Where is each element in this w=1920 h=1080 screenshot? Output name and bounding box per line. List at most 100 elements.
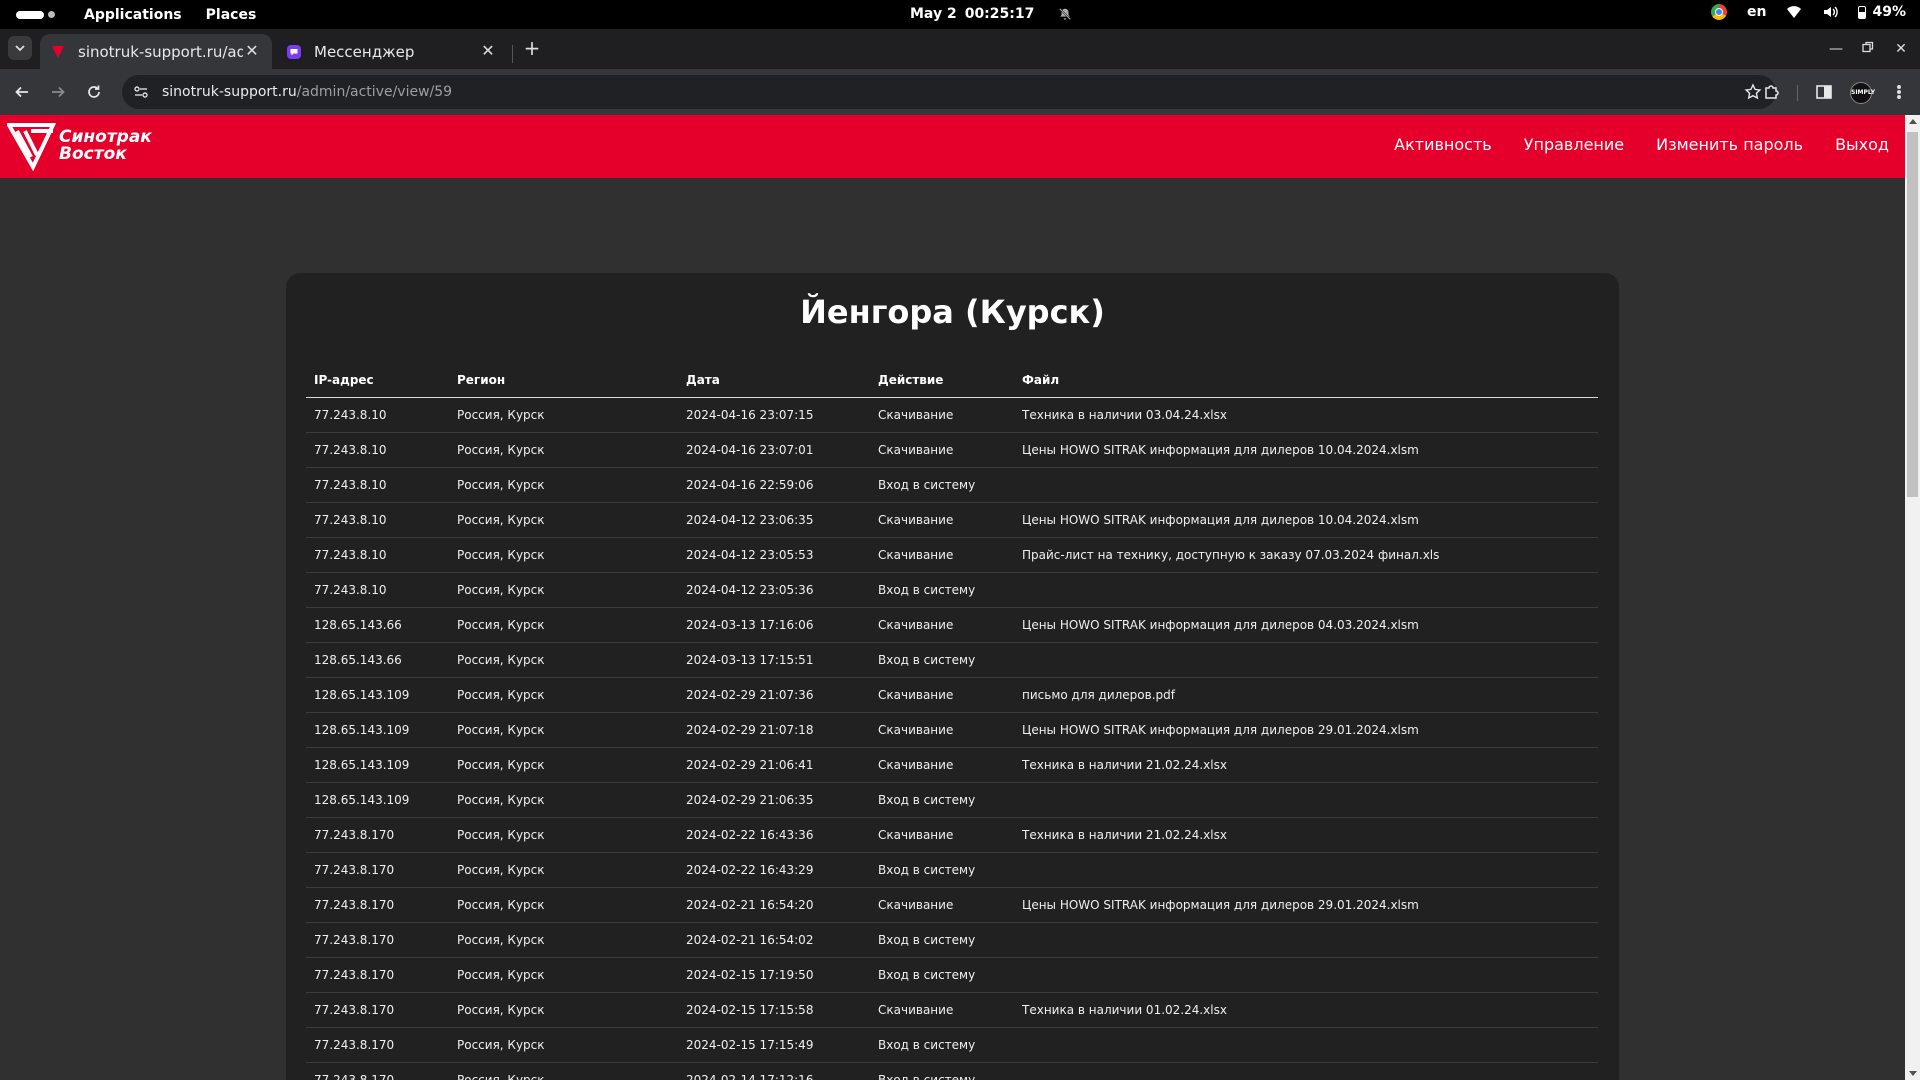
cell-file: Цены HOWO SITRAK информация для дилеров … <box>1014 887 1598 923</box>
bookmark-star-icon[interactable] <box>1744 83 1762 101</box>
cell-region: Россия, Курск <box>449 922 678 958</box>
table-row: 128.65.143.109 Россия, Курск 2024-02-29 21… <box>306 677 1598 713</box>
cell-ip: 77.243.8.10 <box>306 572 449 608</box>
cell-date: 2024-02-15 17:19:50 <box>678 957 870 993</box>
places-menu[interactable]: Places <box>206 7 257 23</box>
nav-change-password-link[interactable]: Изменить пароль <box>1656 135 1803 154</box>
site-logo[interactable]: Синотрак Восток <box>7 121 152 171</box>
cell-date: 2024-03-13 17:15:51 <box>678 642 870 678</box>
column-header-date: Дата <box>678 363 870 398</box>
cell-file <box>1014 1027 1598 1063</box>
forward-button[interactable] <box>46 80 70 104</box>
cell-file: Техника в наличии 21.02.24.xlsx <box>1014 817 1598 853</box>
cell-region: Россия, Курск <box>449 397 678 433</box>
table-body: 77.243.8.10 Россия, Курск 2024-04-16 23:07… <box>306 397 1598 1080</box>
messenger-favicon-icon <box>287 44 301 59</box>
cell-date: 2024-02-21 16:54:02 <box>678 922 870 958</box>
new-tab-button[interactable]: + <box>520 37 544 61</box>
keyboard-layout-indicator[interactable]: en <box>1747 4 1766 20</box>
cell-date: 2024-04-16 23:07:01 <box>678 432 870 468</box>
cell-action: Скачивание <box>870 607 1014 643</box>
activities-indicator[interactable] <box>16 10 68 19</box>
arrow-right-icon <box>52 86 65 98</box>
cell-action: Скачивание <box>870 992 1014 1028</box>
scrollbar-thumb[interactable] <box>1907 132 1918 497</box>
url-host: sinotruk-support.ru <box>162 84 297 100</box>
close-window-icon[interactable]: ✕ <box>1893 41 1909 57</box>
wifi-icon[interactable] <box>1786 4 1802 20</box>
close-tab-icon[interactable]: ✕ <box>480 43 496 59</box>
cell-action: Скачивание <box>870 817 1014 853</box>
side-panel-icon[interactable] <box>1814 82 1834 102</box>
minimize-window-icon[interactable]: — <box>1828 41 1844 57</box>
site-nav: Активность Управление Изменить пароль Вы… <box>1394 135 1889 154</box>
activity-table: IP-адрес Регион Дата Действие Файл 77.24… <box>306 363 1598 1080</box>
tab-messenger[interactable]: Мессенджер ✕ <box>276 34 508 69</box>
extensions-puzzle-icon[interactable] <box>1762 82 1782 102</box>
reload-button[interactable] <box>82 80 106 104</box>
restore-window-icon[interactable] <box>1860 41 1876 57</box>
page-scrollbar[interactable] <box>1905 115 1920 1080</box>
table-row: 77.243.8.170 Россия, Курск 2024-02-15 17:1… <box>306 992 1598 1028</box>
table-row: 77.243.8.10 Россия, Курск 2024-04-12 23:05… <box>306 537 1598 573</box>
nav-management-link[interactable]: Управление <box>1524 135 1624 154</box>
tab-search-button[interactable] <box>8 36 32 60</box>
cell-date: 2024-02-21 16:54:20 <box>678 887 870 923</box>
cell-region: Россия, Курск <box>449 887 678 923</box>
battery-indicator[interactable]: 49% <box>1858 4 1906 20</box>
reload-icon <box>88 85 100 98</box>
volume-icon[interactable] <box>1822 4 1839 20</box>
logo-text: Синотрак Восток <box>59 129 152 163</box>
back-button[interactable] <box>10 80 34 104</box>
cell-region: Россия, Курск <box>449 817 678 853</box>
cell-date: 2024-04-12 23:06:35 <box>678 502 870 538</box>
cell-ip: 128.65.143.109 <box>306 677 449 713</box>
cell-ip: 77.243.8.170 <box>306 957 449 993</box>
browser-menu-button[interactable] <box>1890 82 1908 102</box>
cell-action: Вход в систему <box>870 852 1014 888</box>
cell-region: Россия, Курск <box>449 1027 678 1063</box>
cell-action: Вход в систему <box>870 922 1014 958</box>
cell-date: 2024-02-29 21:06:41 <box>678 747 870 783</box>
cell-region: Россия, Курск <box>449 992 678 1028</box>
column-header-ip: IP-адрес <box>306 363 449 398</box>
battery-percent: 49% <box>1872 4 1906 20</box>
cell-file <box>1014 957 1598 993</box>
table-row: 128.65.143.109 Россия, Курск 2024-02-29 21… <box>306 712 1598 748</box>
table-row: 77.243.8.170 Россия, Курск 2024-02-22 16:4… <box>306 852 1598 888</box>
cell-region: Россия, Курск <box>449 1062 678 1080</box>
table-row: 77.243.8.10 Россия, Курск 2024-04-16 23:07… <box>306 397 1598 433</box>
cell-region: Россия, Курск <box>449 502 678 538</box>
cell-region: Россия, Курск <box>449 782 678 818</box>
nav-activity-link[interactable]: Активность <box>1394 135 1492 154</box>
cell-file: письмо для дилеров.pdf <box>1014 677 1598 713</box>
cell-region: Россия, Курск <box>449 852 678 888</box>
scroll-up-arrow-icon[interactable] <box>1909 119 1917 124</box>
close-tab-icon[interactable]: ✕ <box>244 43 260 59</box>
cell-file <box>1014 852 1598 888</box>
cell-date: 2024-02-14 17:12:16 <box>678 1062 870 1080</box>
applications-menu[interactable]: Applications <box>84 7 182 23</box>
site-header: Синотрак Восток Активность Управление Из… <box>0 115 1905 178</box>
cell-date: 2024-02-15 17:15:58 <box>678 992 870 1028</box>
nav-logout-link[interactable]: Выход <box>1835 135 1889 154</box>
table-row: 77.243.8.170 Россия, Курск 2024-02-14 17:1… <box>306 1062 1598 1080</box>
cell-file <box>1014 467 1598 503</box>
profile-avatar[interactable]: SIMPLY <box>1850 82 1875 104</box>
cell-region: Россия, Курск <box>449 432 678 468</box>
notifications-muted-icon <box>1058 7 1072 21</box>
clock-date: May 2 <box>910 6 957 22</box>
cell-ip: 128.65.143.66 <box>306 607 449 643</box>
table-row: 77.243.8.170 Россия, Курск 2024-02-21 16:5… <box>306 922 1598 958</box>
site-settings-icon[interactable] <box>132 83 150 101</box>
tab-sinotruk-admin[interactable]: sinotruk-support.ru/adm ✕ <box>40 34 272 69</box>
clock[interactable]: May 2 00:25:17 <box>910 6 1072 22</box>
table-row: 77.243.8.10 Россия, Курск 2024-04-12 23:06… <box>306 502 1598 538</box>
cell-region: Россия, Курск <box>449 642 678 678</box>
cell-ip: 128.65.143.109 <box>306 712 449 748</box>
scroll-down-arrow-icon[interactable] <box>1909 1071 1917 1076</box>
address-bar[interactable]: sinotruk-support.ru/admin/active/view/59 <box>122 75 1776 109</box>
chrome-tray-icon[interactable] <box>1711 4 1728 20</box>
table-row: 77.243.8.10 Россия, Курск 2024-04-12 23:05… <box>306 572 1598 608</box>
cell-ip: 77.243.8.170 <box>306 992 449 1028</box>
